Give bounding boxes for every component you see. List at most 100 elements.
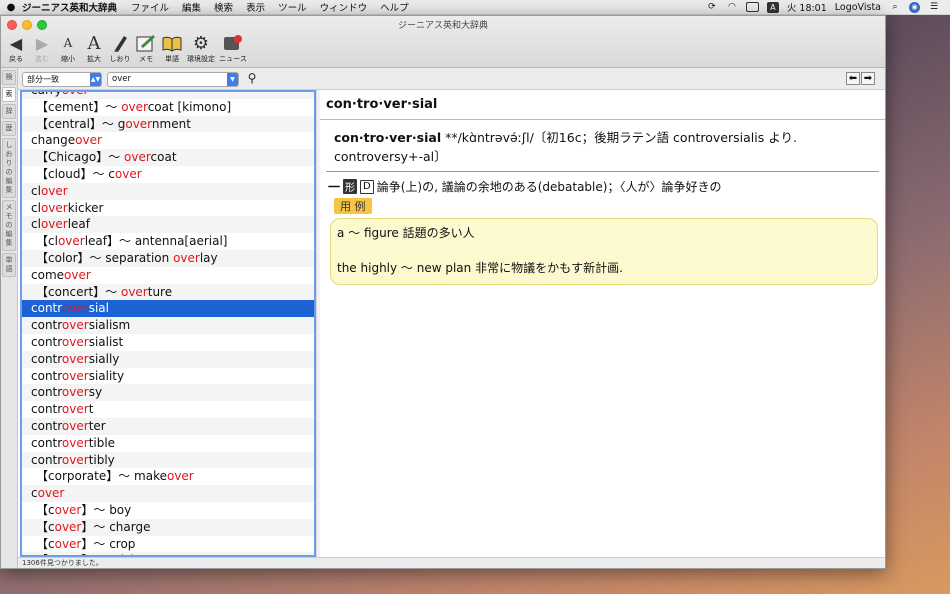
list-item-text: 【c	[36, 519, 55, 534]
search-icon[interactable]: ⚲	[244, 71, 260, 87]
tab-wordbook[interactable]: 単語	[2, 253, 16, 277]
tab-search-2[interactable]: 索	[2, 87, 16, 102]
list-item-text: contr	[31, 418, 62, 433]
app-window: ジーニアス英和大辞典 ◀ 戻る ▶ 進む A 縮小 A 拡大 しおり メモ 単語…	[0, 15, 886, 569]
list-item[interactable]: changeover	[22, 132, 314, 149]
battery-icon[interactable]	[745, 2, 759, 12]
list-item[interactable]: comeover	[22, 267, 314, 284]
select-arrows-icon: ▲▼	[90, 73, 101, 86]
list-item[interactable]: controversiality	[22, 368, 314, 385]
back-arrow-icon: ◀	[9, 33, 23, 53]
list-item[interactable]: clover	[22, 182, 314, 200]
list-item[interactable]: controversially	[22, 350, 314, 368]
list-item-text: cl	[31, 217, 41, 232]
list-item-text: 【Chicago】～	[36, 150, 125, 165]
list-item-text: cl	[31, 200, 41, 215]
match-highlight: over	[40, 200, 68, 215]
list-item-text: 【central】～ g	[36, 116, 126, 131]
search-mode-select[interactable]: 部分一致 ▲▼	[22, 72, 102, 87]
tab-memo-edit[interactable]: メモの編集	[2, 200, 16, 251]
match-highlight: over	[61, 435, 89, 450]
list-item-text: 】～ crop	[81, 536, 136, 551]
list-item[interactable]: controverter	[22, 417, 314, 435]
menubar-user[interactable]: LogoVista	[835, 2, 881, 13]
list-item[interactable]: controversy	[22, 384, 314, 402]
bookmark-label: しおり	[109, 55, 131, 63]
list-item[interactable]: 【concert】～ overture	[22, 283, 314, 301]
list-item[interactable]: 【cover】～ boy	[22, 502, 314, 519]
match-highlight: over	[61, 90, 89, 97]
list-item[interactable]: 【central】～ government	[22, 115, 314, 133]
gear-icon: ⚙	[192, 32, 210, 54]
list-item[interactable]: controversialist	[22, 334, 314, 351]
menu-window[interactable]: ウィンドウ	[320, 0, 368, 14]
input-method-icon[interactable]: A	[766, 1, 779, 13]
list-item[interactable]: 【corporate】～ makeover	[22, 468, 314, 485]
list-item[interactable]: 【Chicago】～ overcoat	[22, 149, 314, 166]
list-item[interactable]: carryover	[22, 90, 314, 99]
match-highlight: over	[61, 418, 89, 433]
siri-icon[interactable]: ◉	[909, 1, 920, 13]
list-item[interactable]: controversialism	[22, 317, 314, 334]
news-icon	[223, 32, 243, 54]
list-item-text: 【cement】～	[36, 99, 122, 114]
result-list[interactable]: carryover 【cement】～ overcoat [kimono] 【cen…	[20, 90, 316, 557]
d-mark-badge: D	[360, 179, 374, 194]
menubar-clock[interactable]: 火 18:01	[787, 0, 827, 14]
wordbook-button[interactable]: 単語	[161, 32, 183, 64]
sync-icon[interactable]: ⟳	[706, 2, 718, 13]
example-box: a ～ figure 話題の多い人 the highly ～ new plan …	[330, 218, 878, 285]
match-highlight: over	[57, 234, 85, 249]
back-button[interactable]: ◀ 戻る	[5, 32, 27, 64]
entry-headword: con·tro·ver·sial	[334, 130, 442, 145]
spotlight-icon[interactable]: ⌕	[889, 2, 901, 13]
tab-history[interactable]: 歴	[2, 121, 16, 136]
search-input[interactable]: over ▼	[107, 72, 239, 87]
menu-app-name[interactable]: ジーニアス英和大辞典	[22, 0, 117, 14]
list-item[interactable]: cloverkicker	[22, 200, 314, 217]
next-entry-button[interactable]: ➡	[861, 72, 875, 85]
list-item-text: contr	[31, 301, 62, 316]
news-label: ニュース	[219, 55, 247, 63]
forward-button[interactable]: ▶ 進む	[31, 32, 53, 64]
menu-tools[interactable]: ツール	[278, 0, 307, 14]
tab-bookmark-edit[interactable]: しおりの編集	[2, 138, 16, 198]
list-item[interactable]: controvertible	[22, 435, 314, 452]
list-item[interactable]: 【cover】～ charge	[22, 518, 314, 536]
memo-button[interactable]: メモ	[135, 32, 157, 64]
list-item[interactable]: cloverleaf	[22, 216, 314, 234]
list-item[interactable]: 【cloverleaf】～ antenna[aerial]	[22, 233, 314, 250]
bookmark-button[interactable]: しおり	[109, 32, 131, 64]
news-button[interactable]: ニュース	[219, 32, 247, 64]
chevron-down-icon[interactable]: ▼	[227, 73, 238, 86]
menu-search[interactable]: 検索	[214, 0, 233, 14]
list-item-text: tible	[88, 435, 116, 450]
menu-help[interactable]: ヘルプ	[380, 0, 409, 14]
list-item[interactable]: cover	[22, 485, 314, 502]
notification-center-icon[interactable]: ☰	[928, 2, 940, 13]
list-item[interactable]: 【cloud】～ cover	[22, 166, 314, 183]
enlarge-font-button[interactable]: A 拡大	[83, 32, 105, 64]
tab-search-1[interactable]: 検	[2, 70, 16, 85]
entry-headword-line: con·tro·ver·sial **/kɑ̀ntrəvə́ːʃl/〔初16c；…	[326, 120, 879, 172]
memo-icon	[136, 32, 156, 54]
menu-view[interactable]: 表示	[246, 0, 265, 14]
previous-entry-button[interactable]: ⬅	[846, 72, 860, 85]
match-highlight: over	[40, 183, 68, 198]
apple-menu-icon[interactable]: ●	[0, 2, 22, 13]
shrink-font-button[interactable]: A 縮小	[57, 32, 79, 64]
preferences-button[interactable]: ⚙ 環境設定	[187, 32, 215, 64]
list-item-selected[interactable]: controversial	[22, 300, 314, 318]
list-item[interactable]: controvertibly	[22, 451, 314, 469]
list-item[interactable]: 【cover】～ crop	[22, 536, 314, 553]
menu-file[interactable]: ファイル	[131, 0, 169, 14]
forward-button-label: 進む	[35, 55, 49, 63]
list-item[interactable]: controvert	[22, 401, 314, 418]
list-item[interactable]: 【cement】～ overcoat [kimono]	[22, 99, 314, 116]
match-highlight: over	[61, 301, 89, 316]
wifi-icon[interactable]: ◠	[726, 2, 738, 13]
list-item[interactable]: 【color】～ separation overlay	[22, 249, 314, 267]
list-item-text: leaf	[67, 217, 90, 232]
menu-edit[interactable]: 編集	[182, 0, 201, 14]
tab-dictionary[interactable]: 辞	[2, 104, 16, 119]
